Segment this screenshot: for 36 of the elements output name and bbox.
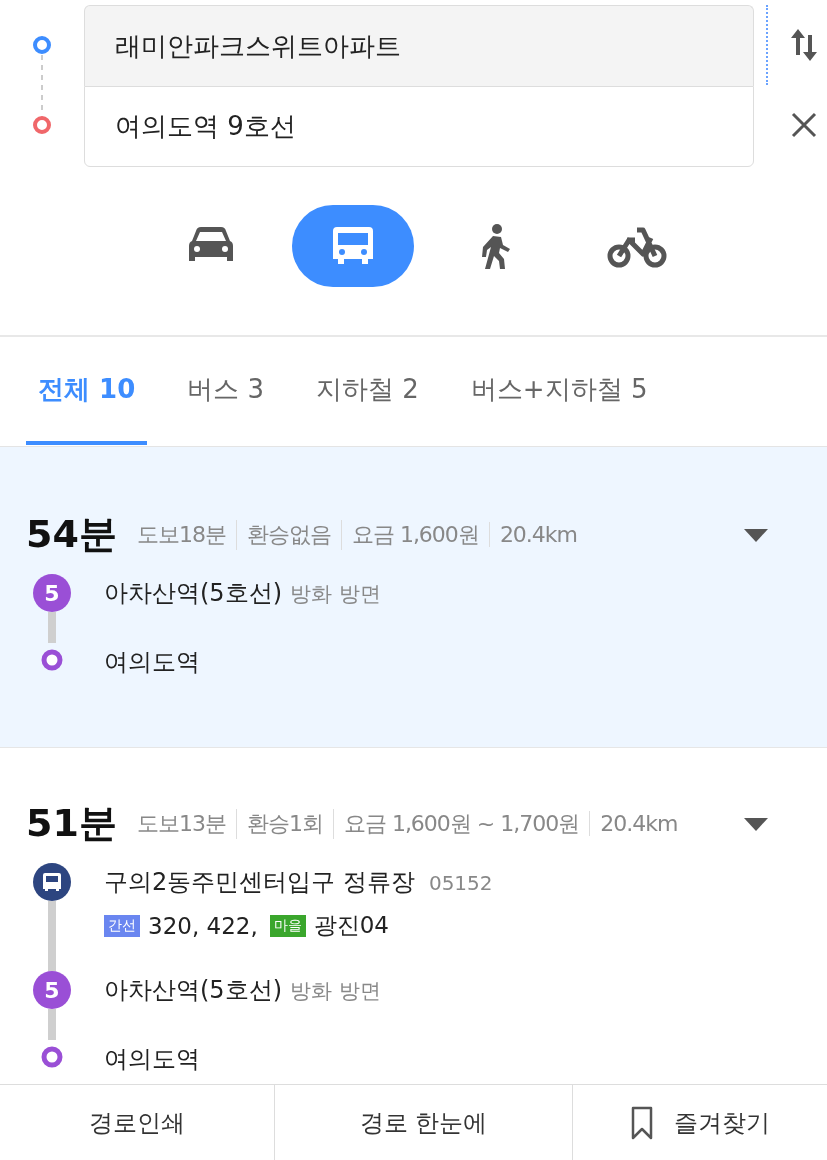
close-icon	[790, 111, 818, 139]
route-stat: 요금 1,600원	[340, 519, 489, 550]
route-stat: 요금 1,600원 ~ 1,700원	[332, 808, 590, 839]
swap-button[interactable]	[766, 5, 818, 85]
direction-text: 방화 방면	[290, 582, 381, 606]
line-number-badge: 5	[33, 574, 71, 612]
stop-name: 여의도역	[104, 648, 200, 676]
travel-time: 54분	[26, 511, 117, 558]
route-dots-icon	[30, 35, 54, 135]
bus-type-tag: 마을	[269, 914, 306, 937]
route-stat: 도보18분	[135, 520, 227, 549]
route-tab[interactable]: 버스 3	[175, 337, 277, 445]
line-number-badge: 5	[33, 971, 71, 1009]
route-tab[interactable]: 지하철 2	[304, 337, 431, 445]
route-stat: 20.4km	[589, 811, 688, 836]
travel-time: 51분	[26, 800, 117, 847]
stop-name: 구의2동주민센터입구 정류장	[104, 868, 415, 896]
route-card[interactable]: 54분 도보18분 환승없음 요금 1,600원 20.4km 5 아차산역(5호선) 방화 방면 여의도역	[0, 447, 827, 748]
bus-type-tag: 간선	[104, 914, 140, 937]
route-tab[interactable]: 버스+지하철 5	[458, 337, 660, 445]
origin-field[interactable]: 래미안파크스위트아파트	[84, 5, 754, 86]
stop-code: 05152	[428, 871, 493, 895]
route-stat: 환승없음	[235, 519, 341, 550]
destination-field[interactable]: 여의도역 9호선	[84, 86, 754, 167]
bookmark-icon	[630, 1105, 654, 1140]
route-stat: 도보13분	[135, 809, 227, 838]
direction-text: 방화 방면	[290, 979, 381, 1003]
route-stat: 20.4km	[488, 522, 588, 547]
stop-name: 아차산역(5호선)	[104, 579, 282, 607]
stop-name: 아차산역(5호선)	[104, 976, 282, 1004]
bus-numbers: 광진04	[313, 911, 389, 940]
bus-numbers: 320, 422,	[148, 912, 258, 939]
route-stat: 환승1회	[235, 808, 333, 839]
caret-down-icon	[743, 526, 769, 543]
stop-name: 여의도역	[104, 1045, 200, 1073]
caret-down-icon	[743, 815, 769, 832]
